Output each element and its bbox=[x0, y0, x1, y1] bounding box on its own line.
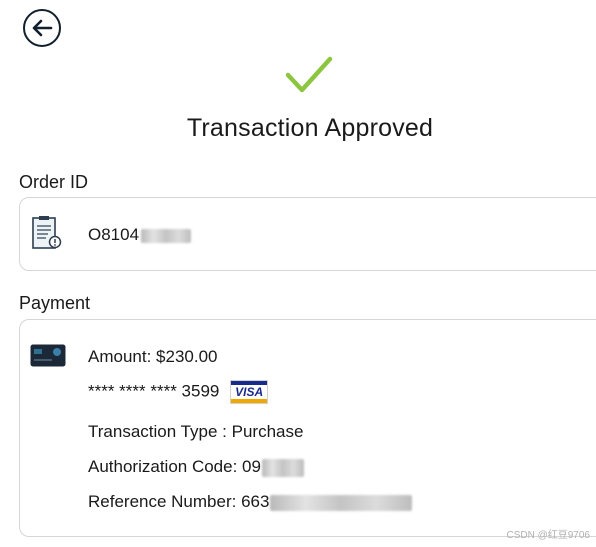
reference-number-text: Reference Number: 663 bbox=[88, 492, 413, 512]
arrow-left-icon bbox=[32, 19, 53, 37]
payment-card: Amount: $230.00 **** **** **** 3599 VISA… bbox=[19, 319, 596, 537]
page-title: Transaction Approved bbox=[186, 114, 434, 142]
clipboard-icon bbox=[32, 216, 62, 249]
card-number: **** **** **** 3599 bbox=[88, 381, 220, 401]
card-number-row: **** **** **** 3599 VISA bbox=[88, 380, 269, 404]
watermark-text: CSDN @红豆9706 bbox=[506, 530, 590, 541]
transaction-type-text: Transaction Type : Purchase bbox=[88, 422, 304, 441]
amount-text: Amount: $230.00 bbox=[88, 347, 218, 366]
order-card: O8104 bbox=[19, 197, 596, 271]
order-id-value: O8104 bbox=[88, 225, 192, 245]
authorization-code-text: Authorization Code: 09 bbox=[88, 457, 304, 477]
checkmark-icon bbox=[285, 56, 333, 93]
payment-label: Payment bbox=[19, 293, 91, 313]
order-id-label: Order ID bbox=[19, 172, 89, 192]
visa-logo: VISA bbox=[230, 380, 269, 404]
back-button[interactable] bbox=[23, 9, 61, 47]
credit-card-icon bbox=[30, 344, 66, 367]
